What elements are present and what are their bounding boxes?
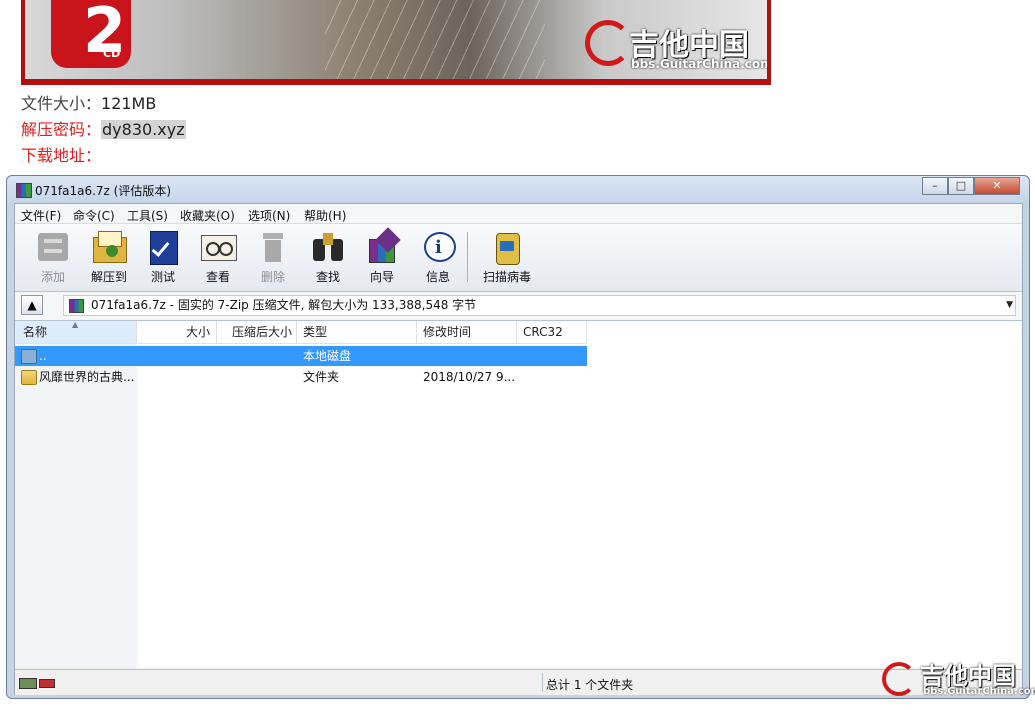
- menu-tools[interactable]: 工具(S): [127, 207, 168, 224]
- row-type: 文件夹: [303, 370, 340, 384]
- winrar-window: 071fa1a6.7z (评估版本) – □ ✕ 文件(F) 命令(C) 工具(…: [6, 175, 1030, 699]
- cd-label: CD: [103, 47, 121, 60]
- download-label: 下载地址：: [21, 146, 102, 165]
- menu-commands[interactable]: 命令(C): [73, 207, 115, 224]
- column-name-label: 名称: [23, 325, 48, 339]
- file-size-value: 121MB: [101, 94, 157, 113]
- view-icon: [199, 229, 237, 265]
- address-dropdown-arrow-icon[interactable]: ▼: [1006, 296, 1013, 315]
- drive-icon: [21, 349, 37, 364]
- row-name: 风靡世界的古典...: [39, 370, 135, 384]
- key-icon[interactable]: [39, 679, 55, 688]
- virus-scan-label: 扫描病毒: [482, 270, 531, 284]
- delete-button[interactable]: 删除: [245, 229, 301, 287]
- up-arrow-icon: ▲: [27, 298, 37, 312]
- up-folder-button[interactable]: ▲: [21, 295, 43, 315]
- status-bar: 总计 1 个文件夹: [15, 669, 1022, 695]
- address-text: 071fa1a6.7z - 固实的 7-Zip 压缩文件, 解包大小为 133,…: [91, 298, 477, 312]
- maximize-button[interactable]: □: [948, 177, 974, 195]
- extract-icon: [90, 229, 128, 265]
- find-icon: [309, 229, 347, 265]
- status-text: 总计 1 个文件夹: [546, 678, 634, 692]
- row-modified: 2018/10/27 9...: [423, 370, 516, 384]
- delete-icon: [254, 229, 292, 265]
- menu-favorites[interactable]: 收藏夹(O): [180, 207, 235, 224]
- sort-ascending-icon: ▲: [72, 320, 79, 329]
- guitarchina-logo-icon: [585, 20, 631, 66]
- row-type: 本地磁盘: [303, 349, 352, 363]
- wizard-icon: [363, 227, 401, 265]
- menu-file[interactable]: 文件(F): [21, 207, 61, 224]
- test-icon: [144, 229, 182, 265]
- virus-scan-button[interactable]: 扫描病毒: [475, 229, 539, 287]
- column-header-type[interactable]: 类型: [297, 321, 417, 344]
- password-label: 解压密码：: [21, 120, 102, 139]
- table-row-folder[interactable]: 风靡世界的古典... 文件夹 2018/10/27 9...: [15, 367, 587, 387]
- password-value[interactable]: dy830.xyz: [101, 120, 186, 139]
- table-row-parent[interactable]: .. 本地磁盘: [15, 346, 587, 366]
- column-header-crc32[interactable]: CRC32: [517, 321, 587, 344]
- add-label: 添加: [40, 270, 65, 284]
- row-name: ..: [39, 349, 47, 363]
- virus-scan-icon: [488, 229, 526, 265]
- toolbar: 添加 解压到 测试 查看 删除 查找 向导 i 信息 扫描病毒: [15, 224, 1022, 292]
- view-button[interactable]: 查看: [190, 229, 246, 287]
- column-header-packed[interactable]: 压缩后大小: [217, 321, 297, 344]
- find-button[interactable]: 查找: [300, 229, 356, 287]
- watermark-url: bbs.GuitarChina.com: [923, 686, 1035, 697]
- status-divider: [542, 673, 543, 692]
- add-icon: [34, 229, 72, 265]
- window-title: 071fa1a6.7z (评估版本): [35, 184, 172, 198]
- column-header-modified[interactable]: 修改时间: [417, 321, 517, 344]
- winrar-app-icon: [16, 183, 32, 198]
- download-line: 下载地址：: [21, 146, 101, 166]
- info-label: 信息: [425, 270, 450, 284]
- find-label: 查找: [315, 270, 340, 284]
- column-header-size[interactable]: 大小: [137, 321, 217, 344]
- test-label: 测试: [150, 270, 175, 284]
- view-label: 查看: [205, 270, 230, 284]
- menu-options[interactable]: 选项(N): [248, 207, 290, 224]
- add-button[interactable]: 添加: [25, 229, 81, 287]
- window-client: 文件(F) 命令(C) 工具(S) 收藏夹(O) 选项(N) 帮助(H) 添加: [14, 203, 1023, 695]
- menu-help[interactable]: 帮助(H): [304, 207, 346, 224]
- title-bar[interactable]: 071fa1a6.7z (评估版本) – □ ✕: [7, 176, 1029, 202]
- wizard-label: 向导: [369, 270, 394, 284]
- info-button[interactable]: i 信息: [410, 229, 466, 287]
- file-size-label: 文件大小：: [21, 94, 102, 113]
- column-header-name[interactable]: ▲ 名称: [15, 320, 137, 344]
- watermark-logo-icon: [882, 662, 916, 696]
- wizard-button[interactable]: 向导: [354, 227, 410, 287]
- drive-status-icon[interactable]: [19, 678, 37, 689]
- minimize-button[interactable]: –: [922, 177, 948, 195]
- file-size-line: 文件大小：121MB: [21, 94, 156, 114]
- file-list: ▲ 名称 大小 压缩后大小 类型 修改时间 CRC32 .. 本地磁盘 风靡世界…: [15, 320, 1022, 668]
- extract-to-label: 解压到: [90, 270, 127, 284]
- toolbar-separator: [467, 232, 468, 282]
- address-field[interactable]: 071fa1a6.7z - 固实的 7-Zip 压缩文件, 解包大小为 133,…: [63, 295, 1016, 316]
- archive-icon: [69, 299, 84, 313]
- banner-image: 2 CD 吉他中国 bbs.GuitarChina.com: [21, 0, 771, 85]
- test-button[interactable]: 测试: [135, 229, 191, 287]
- menu-bar: 文件(F) 命令(C) 工具(S) 收藏夹(O) 选项(N) 帮助(H): [15, 204, 1022, 224]
- folder-icon: [21, 370, 37, 385]
- password-line: 解压密码：dy830.xyz: [21, 120, 186, 140]
- info-icon: i: [419, 229, 457, 265]
- delete-label: 删除: [260, 270, 285, 284]
- banner-logo-url: bbs.GuitarChina.com: [631, 57, 767, 71]
- extract-to-button[interactable]: 解压到: [81, 229, 137, 287]
- address-bar: ▲ 071fa1a6.7z - 固实的 7-Zip 压缩文件, 解包大小为 13…: [15, 292, 1022, 321]
- close-button[interactable]: ✕: [974, 177, 1020, 195]
